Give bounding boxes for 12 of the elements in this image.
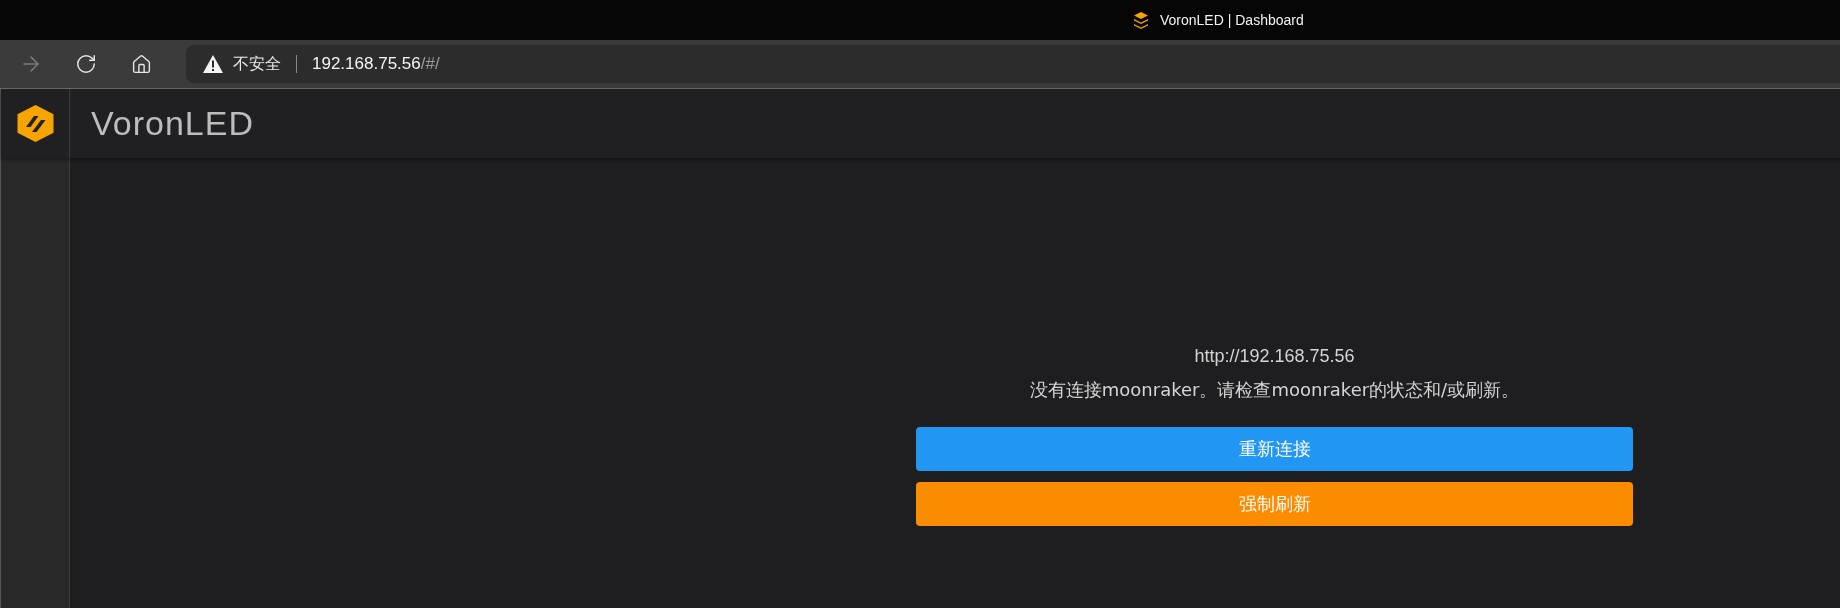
warning-icon: [203, 55, 223, 73]
connection-message: 没有连接moonraker。请检查moonraker的状态和/或刷新。: [1029, 378, 1520, 402]
server-url: http://192.168.75.56: [1194, 345, 1355, 368]
reload-icon: [75, 53, 97, 75]
hexagon-logo-icon: [16, 105, 54, 142]
address-bar[interactable]: 不安全 192.168.75.56/#/: [186, 45, 1840, 83]
window-title: VoronLED | Dashboard: [1160, 12, 1304, 28]
url-text: 192.168.75.56/#/: [312, 54, 440, 74]
app-title: VoronLED: [91, 104, 254, 143]
security-label[interactable]: 不安全: [233, 53, 281, 75]
home-icon: [130, 53, 152, 75]
stacked-layers-icon: [1134, 11, 1148, 29]
